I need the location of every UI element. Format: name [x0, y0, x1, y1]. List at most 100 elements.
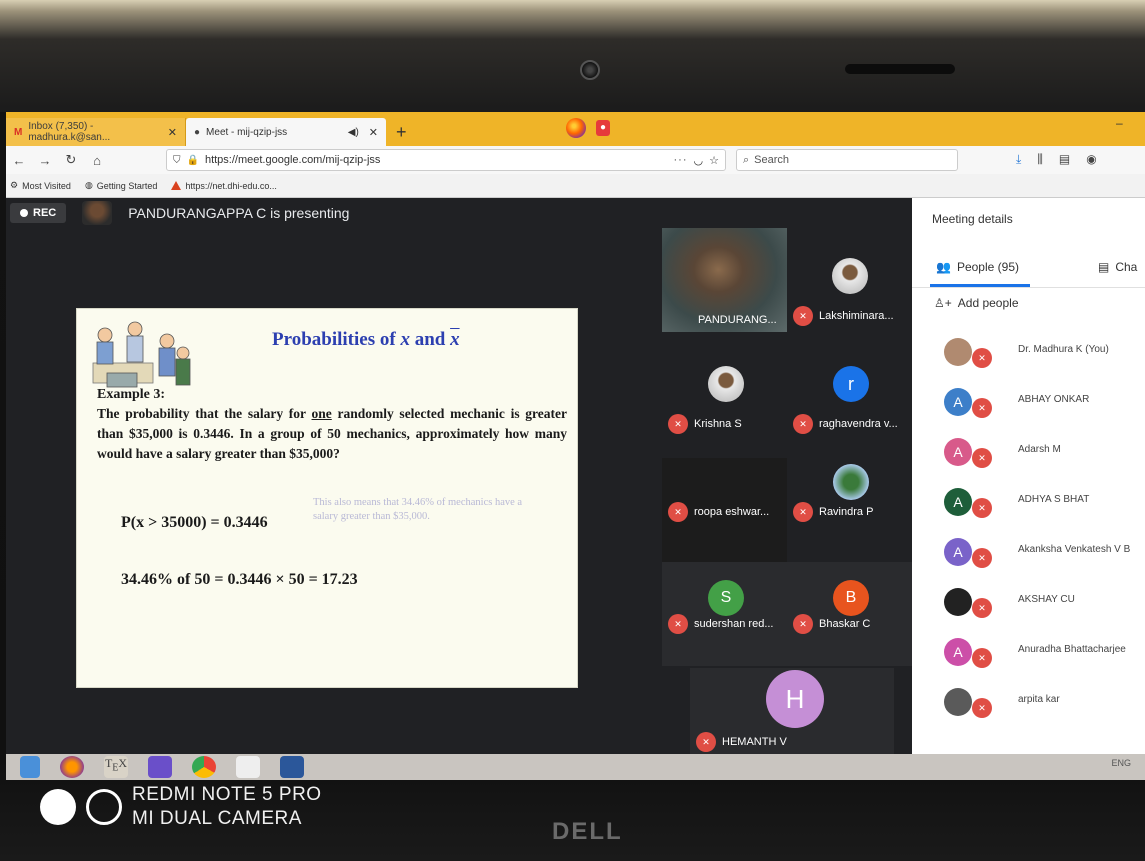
mic-off-icon: ✕ [972, 398, 992, 418]
participant-name: HEMANTH V [722, 736, 787, 748]
reload-icon[interactable]: ↻ [58, 152, 84, 168]
problem-text: The probability that the salary for [97, 406, 312, 421]
avatar: A [944, 638, 972, 666]
back-icon[interactable]: ← [6, 153, 32, 168]
slide-title-xbar: x [450, 329, 460, 350]
list-item[interactable]: A ✕ ABHAY ONKAR [912, 380, 1145, 430]
lock-icon[interactable]: 🔒 [187, 155, 199, 166]
mic-off-icon: ✕ [972, 648, 992, 668]
participant-tile[interactable]: ✕ roopa eshwar... [662, 458, 787, 562]
mic-off-icon: ✕ [793, 614, 813, 634]
shield-icon[interactable]: ⛉ [173, 155, 181, 166]
bookmark-dhi-edu[interactable]: https://net.dhi-edu.co... [171, 181, 277, 191]
panel-title: Meeting details [932, 212, 1013, 226]
participant-name-tag: ✕ Lakshiminara... [793, 306, 894, 326]
participant-tile[interactable]: H ✕ HEMANTH V [690, 668, 894, 754]
person-name: arpita kar [1018, 694, 1060, 705]
avatar: A [944, 488, 972, 516]
account-icon[interactable]: ◉ [1086, 152, 1096, 167]
tex-icon[interactable]: TEX [104, 756, 128, 778]
participant-tile[interactable]: PANDURANG... [662, 228, 787, 332]
problem-statement: The probability that the salary for one … [97, 404, 567, 464]
participant-name-tag: ✕ sudershan red... [668, 614, 774, 634]
camera-watermark: REDMI NOTE 5 PRO MI DUAL CAMERA [40, 783, 322, 831]
tab-meet[interactable]: ● Meet - mij-qzip-jss ◀) ✕ [186, 118, 386, 146]
list-item[interactable]: ✕ AKSHAY CU [912, 580, 1145, 630]
tab-people[interactable]: 👥 People (95) [930, 260, 1030, 287]
bookmark-getting-started[interactable]: ◍ Getting Started [85, 180, 157, 191]
avatar [833, 464, 869, 500]
participant-name: Lakshiminara... [819, 310, 894, 322]
participant-tile[interactable]: ✕ Lakshiminara... [787, 228, 912, 332]
mic-off-icon: ✕ [972, 498, 992, 518]
recording-badge: REC [10, 203, 67, 223]
avatar: A [944, 438, 972, 466]
globe-icon: ◍ [84, 180, 93, 190]
person-name: Anuradha Bhattacharjee [1018, 644, 1126, 655]
person-name: Dr. Madhura K (You) [1018, 344, 1109, 355]
mic-off-icon: ✕ [972, 698, 992, 718]
avatar: B [833, 580, 869, 616]
add-people-button[interactable]: ♙+ Add people [934, 296, 1019, 310]
example-label: Example 3: [97, 387, 166, 402]
windows-start-icon[interactable] [20, 756, 40, 778]
download-icon[interactable]: ⤓ [1016, 152, 1021, 167]
rec-label: REC [33, 207, 57, 219]
speaker-icon[interactable]: ◀) [348, 127, 359, 138]
participant-name: raghavendra v... [819, 418, 898, 430]
participant-tile[interactable]: ✕ Krishna S [662, 352, 787, 456]
participant-tile[interactable]: B ✕ Bhaskar C [787, 562, 912, 666]
sidebar-icon[interactable]: ▤ [1059, 152, 1070, 167]
gmail-icon: M [14, 126, 23, 138]
tab-chat[interactable]: ▤ Cha [1098, 260, 1137, 274]
presentation-slide: Probabilities of x and x Example 3: The … [76, 308, 578, 688]
participant-tile[interactable]: ✕ Ravindra P [787, 458, 912, 562]
new-tab-button[interactable]: + [386, 118, 417, 146]
tab-inbox[interactable]: M Inbox (7,350) - madhura.k@san... ✕ [6, 118, 186, 146]
chrome-icon[interactable] [192, 756, 216, 778]
mechanics-clipart-icon [92, 321, 191, 388]
word-icon[interactable] [280, 756, 304, 778]
list-item[interactable]: A ✕ Akanksha Venkatesh V B [912, 530, 1145, 580]
bookmark-star-icon[interactable]: ☆ [709, 154, 719, 167]
minimize-icon[interactable]: – [1116, 116, 1123, 130]
url-bar[interactable]: ⛉ 🔒 https://meet.google.com/mij-qzip-jss… [166, 149, 726, 171]
search-input[interactable]: ⌕ Search [736, 149, 958, 171]
library-icon[interactable]: ⫼ [1037, 152, 1043, 167]
list-item[interactable]: A ✕ Anuradha Bhattacharjee [912, 630, 1145, 680]
close-icon[interactable]: ✕ [369, 126, 378, 139]
bookmark-most-visited[interactable]: ⚙ Most Visited [10, 180, 71, 191]
file-explorer-icon[interactable] [236, 756, 260, 778]
mic-off-icon: ✕ [972, 598, 992, 618]
list-item[interactable]: ✕ Dr. Madhura K (You) [912, 330, 1145, 380]
bookmark-label: Most Visited [22, 180, 71, 191]
search-placeholder: Search [754, 154, 790, 166]
avatar [944, 338, 972, 366]
list-item[interactable]: A ✕ ADHYA S BHAT [912, 480, 1145, 530]
presenting-text: PANDURANGAPPA C is presenting [128, 205, 350, 221]
url-text: https://meet.google.com/mij-qzip-jss [204, 154, 381, 166]
mic-off-icon: ✕ [793, 502, 813, 522]
meeting-details-panel: Meeting details 👥 People (95) ▤ Cha ♙+ A… [912, 198, 1145, 754]
list-item[interactable]: A ✕ Adarsh M [912, 430, 1145, 480]
close-icon[interactable]: ✕ [168, 126, 177, 139]
slide-title-x: x [400, 329, 410, 350]
participant-name: Ravindra P [819, 506, 874, 518]
mic-off-icon: ✕ [972, 448, 992, 468]
list-item[interactable]: ✕ arpita kar [912, 680, 1145, 730]
tab-title: Inbox (7,350) - madhura.k@san... [28, 121, 111, 143]
app-icon[interactable] [148, 756, 172, 778]
participant-grid: PANDURANG... ✕ Lakshiminara... ✕ Krishna… [662, 228, 912, 754]
person-name: Adarsh M [1018, 444, 1061, 455]
bookmark-label: Getting Started [96, 180, 158, 191]
pocket-icon[interactable]: ◡ [694, 154, 704, 167]
participant-tile[interactable]: S ✕ sudershan red... [662, 562, 787, 666]
problem-underlined: one [311, 406, 332, 421]
page-actions-icon[interactable]: ··· [674, 154, 688, 166]
mic-off-icon: ✕ [793, 306, 813, 326]
participant-tile[interactable]: r ✕ raghavendra v... [787, 352, 912, 456]
search-icon: ⌕ [743, 153, 750, 166]
home-icon[interactable]: ⌂ [84, 153, 110, 168]
forward-icon[interactable]: → [32, 153, 58, 168]
firefox-taskbar-icon[interactable] [60, 756, 84, 778]
